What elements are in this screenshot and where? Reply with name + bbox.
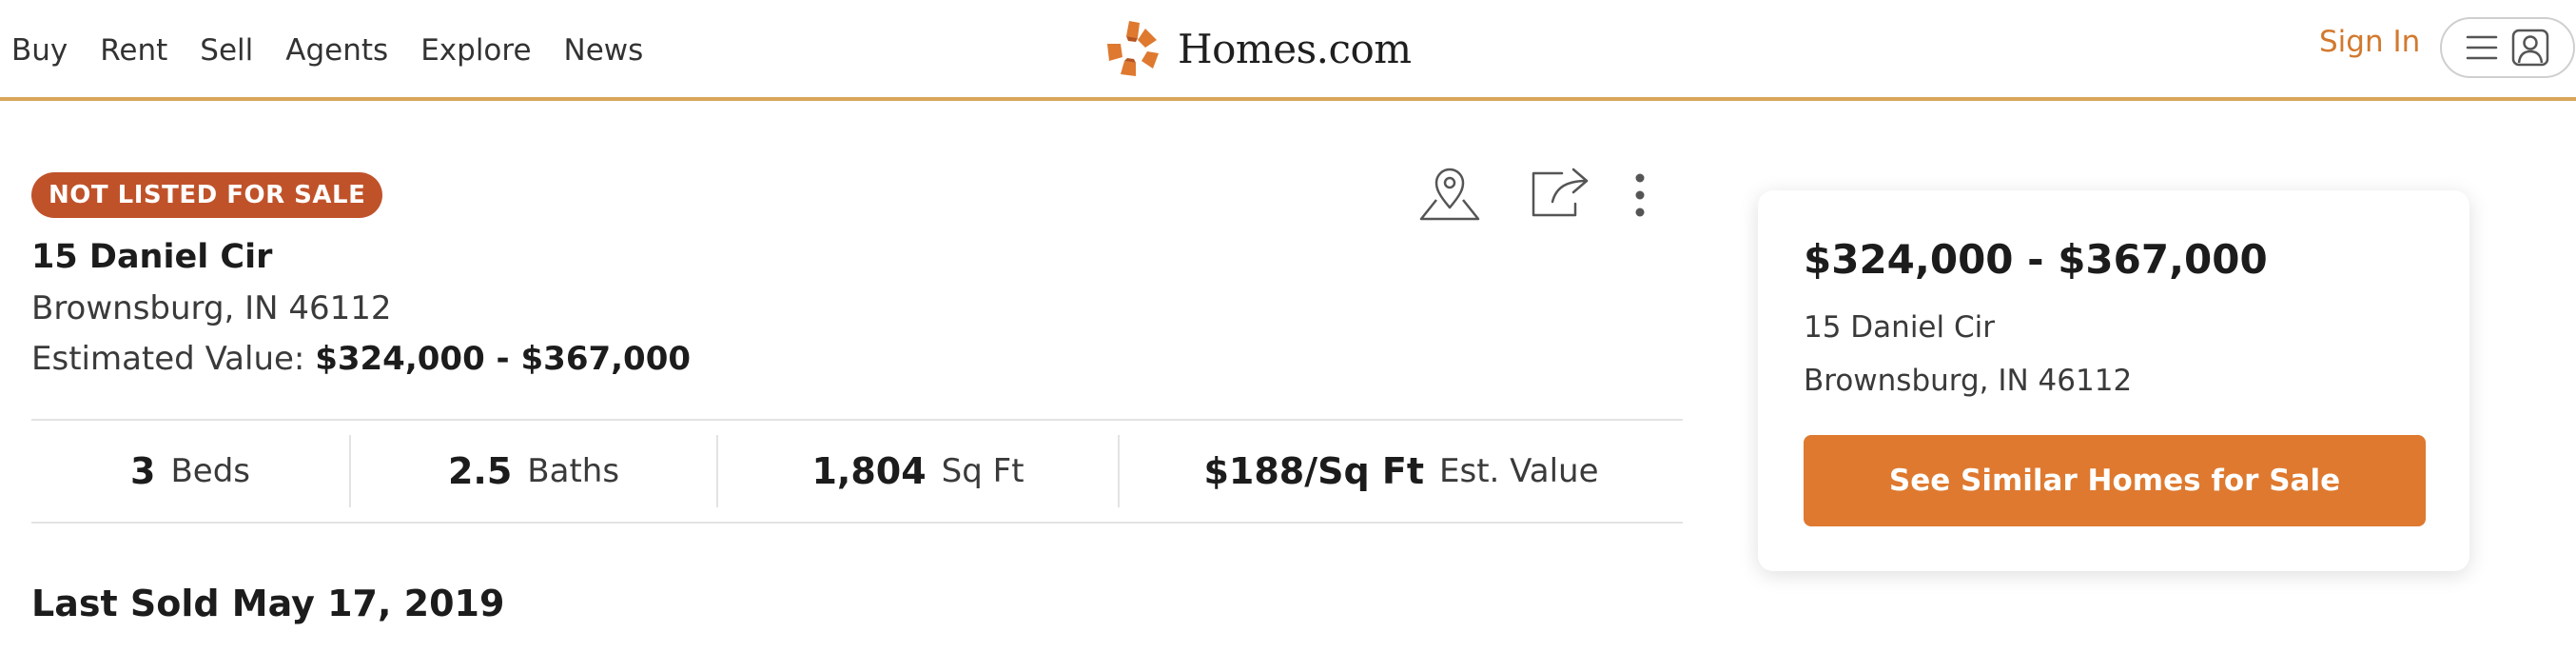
logo-text: Homes.com <box>1178 25 1412 72</box>
stat-label: Sq Ft <box>941 452 1025 490</box>
user-account-icon <box>2511 29 2549 67</box>
card-price-range: $324,000 - $367,000 <box>1804 236 2268 283</box>
nav-explore[interactable]: Explore <box>420 33 531 68</box>
estimated-value-label: Estimated Value: <box>31 340 305 378</box>
listing-actions <box>1417 162 1674 228</box>
nav-news[interactable]: News <box>564 33 644 68</box>
share-icon[interactable] <box>1530 166 1590 219</box>
stat-value: $188/Sq Ft <box>1203 450 1425 492</box>
stat-label: Beds <box>170 452 250 490</box>
stat-label: Est. Value <box>1439 452 1599 490</box>
property-stats: 3 Beds 2.5 Baths 1,804 Sq Ft $188/Sq Ft … <box>31 419 1683 524</box>
stat-label: Baths <box>527 452 620 490</box>
more-options-icon[interactable] <box>1634 173 1646 217</box>
nav-sell[interactable]: Sell <box>200 33 253 68</box>
city-state-zip: Brownsburg, IN 46112 <box>31 289 392 327</box>
sign-in-link[interactable]: Sign In <box>2319 25 2420 59</box>
estimated-value-amount: $324,000 - $367,000 <box>315 340 692 378</box>
estimated-value: Estimated Value: $324,000 - $367,000 <box>31 340 691 378</box>
stat-value: 3 <box>130 450 156 492</box>
see-similar-homes-button[interactable]: See Similar Homes for Sale <box>1804 435 2426 526</box>
nav-rent[interactable]: Rent <box>100 33 167 68</box>
stat-price-per-sqft: $188/Sq Ft Est. Value <box>1120 435 1683 507</box>
homes-logo[interactable]: Homes.com <box>1102 17 1412 80</box>
nav-buy[interactable]: Buy <box>11 33 68 68</box>
account-menu-button[interactable] <box>2440 17 2575 78</box>
stat-baths: 2.5 Baths <box>351 435 718 507</box>
homes-star-logo-icon <box>1107 21 1159 76</box>
price-card: $324,000 - $367,000 15 Daniel Cir Browns… <box>1758 190 2469 571</box>
card-street-address: 15 Daniel Cir <box>1804 310 1995 345</box>
stat-value: 1,804 <box>811 450 927 492</box>
stat-beds: 3 Beds <box>31 435 351 507</box>
map-pin-icon[interactable] <box>1417 166 1482 223</box>
site-header: Buy Rent Sell Agents Explore News Homes.… <box>0 0 2576 101</box>
main-nav: Buy Rent Sell Agents Explore News <box>0 0 664 101</box>
hamburger-menu-icon <box>2466 35 2498 60</box>
nav-agents[interactable]: Agents <box>285 33 388 68</box>
stat-value: 2.5 <box>447 450 513 492</box>
card-city-state-zip: Brownsburg, IN 46112 <box>1804 364 2133 398</box>
stat-sqft: 1,804 Sq Ft <box>718 435 1120 507</box>
street-address: 15 Daniel Cir <box>31 238 273 276</box>
last-sold-heading: Last Sold May 17, 2019 <box>31 583 505 624</box>
status-badge: NOT LISTED FOR SALE <box>31 172 383 218</box>
